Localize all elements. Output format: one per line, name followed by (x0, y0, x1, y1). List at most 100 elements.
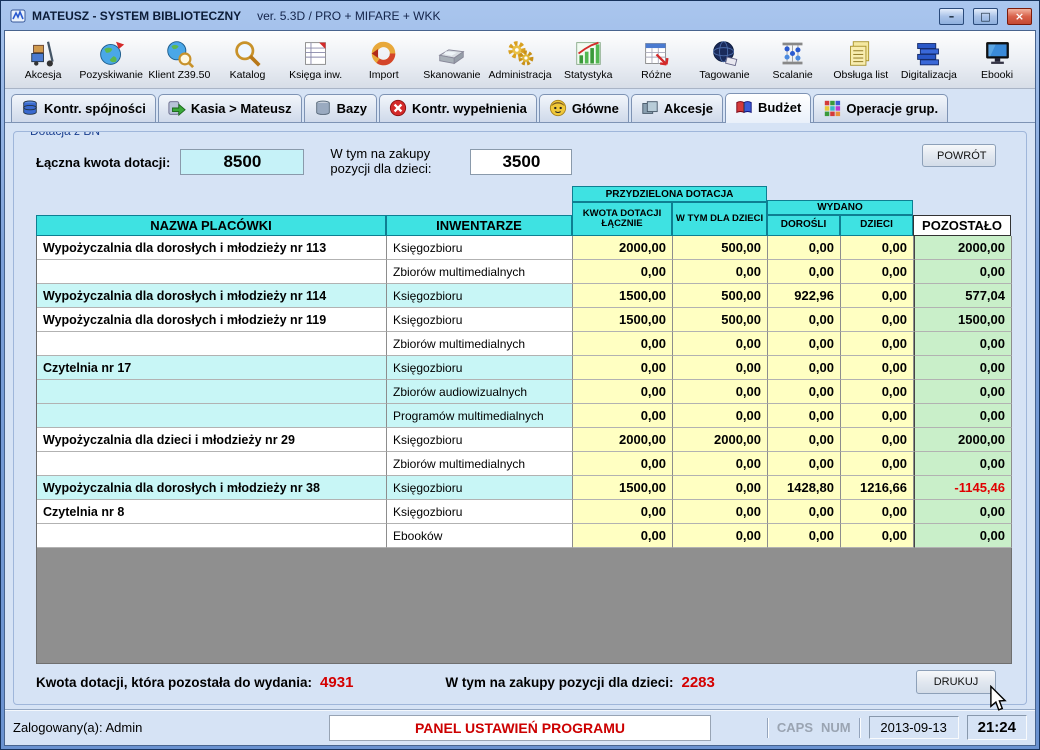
toolbar-item-digitalizacja[interactable]: Digitalizacja (895, 33, 963, 86)
value-cell[interactable]: 0,00 (673, 332, 768, 356)
value-cell[interactable]: 0,00 (673, 380, 768, 404)
tab-akcesje[interactable]: Akcesje (631, 94, 723, 122)
col-header-inventory: INWENTARZE (386, 215, 572, 236)
value-cell: 0,00 (914, 524, 1012, 548)
toolbar-item-administracja[interactable]: Administracja (486, 33, 554, 86)
value-cell[interactable]: 500,00 (673, 284, 768, 308)
value-cell[interactable]: 0,00 (573, 524, 673, 548)
table-row[interactable]: Wypożyczalnia dla dorosłych i młodzieży … (36, 284, 1012, 308)
toolbar-item-pozyskiwanie[interactable]: Pozyskiwanie (77, 33, 145, 86)
settings-panel-banner[interactable]: PANEL USTAWIEŃ PROGRAMU (329, 715, 711, 741)
value-cell[interactable]: 0,00 (573, 356, 673, 380)
tab-label: Akcesje (664, 101, 713, 116)
value-cell[interactable]: 1500,00 (573, 308, 673, 332)
tab-label: Budżet (758, 100, 801, 115)
value-cell: 0,00 (914, 380, 1012, 404)
print-button[interactable]: DRUKUJ (916, 670, 996, 694)
tab-kasia-mateusz[interactable]: Kasia > Mateusz (158, 94, 302, 122)
total-grant-input[interactable] (180, 149, 304, 175)
value-cell[interactable]: 1500,00 (573, 284, 673, 308)
inventory-name-cell: Księgozbioru (387, 500, 573, 524)
value-cell[interactable]: 0,00 (673, 452, 768, 476)
tab-kontr-wype-nienia[interactable]: Kontr. wypełnienia (379, 94, 537, 122)
monitor-icon (983, 39, 1012, 68)
value-cell[interactable]: 500,00 (673, 236, 768, 260)
value-cell[interactable]: 0,00 (673, 500, 768, 524)
facility-name-cell (37, 332, 387, 356)
tab-kontr-sp-jno-ci[interactable]: Kontr. spójności (11, 94, 156, 122)
value-cell: 0,00 (841, 524, 914, 548)
toolbar-item-label: Import (369, 69, 399, 81)
toolbar-item-klient-z39-50[interactable]: Klient Z39.50 (145, 33, 213, 86)
import-icon (369, 39, 398, 68)
table-row[interactable]: Wypożyczalnia dla dzieci i młodzieży nr … (36, 428, 1012, 452)
digitize-icon (914, 39, 943, 68)
children-grant-input[interactable] (470, 149, 572, 175)
table-row[interactable]: Czytelnia nr 8Księgozbioru0,000,000,000,… (36, 500, 1012, 524)
table-row[interactable]: Wypożyczalnia dla dorosłych i młodzieży … (36, 476, 1012, 500)
table-row[interactable]: Zbiorów multimedialnych0,000,000,000,000… (36, 332, 1012, 356)
value-cell[interactable]: 0,00 (573, 452, 673, 476)
value-cell[interactable]: 0,00 (673, 260, 768, 284)
value-cell: 0,00 (768, 260, 841, 284)
num-indicator: NUM (821, 720, 851, 735)
table-row[interactable]: Wypożyczalnia dla dorosłych i młodzieży … (36, 308, 1012, 332)
toolbar-item-scalanie[interactable]: Scalanie (759, 33, 827, 86)
value-cell: 0,00 (841, 500, 914, 524)
tab-g-wne[interactable]: Główne (539, 94, 629, 122)
value-cell[interactable]: 0,00 (573, 332, 673, 356)
app-window: MATEUSZ - SYSTEM BIBLIOTECZNY ver. 5.3D … (0, 0, 1040, 750)
toolbar-item-statystyka[interactable]: Statystyka (554, 33, 622, 86)
table-row[interactable]: Czytelnia nr 17Księgozbioru0,000,000,000… (36, 356, 1012, 380)
value-cell[interactable]: 2000,00 (573, 236, 673, 260)
tag-globe-icon (710, 39, 739, 68)
value-cell: 2000,00 (914, 428, 1012, 452)
table-row[interactable]: Zbiorów audiowizualnych0,000,000,000,000… (36, 380, 1012, 404)
value-cell: 0,00 (914, 332, 1012, 356)
table-row[interactable]: Wypożyczalnia dla dorosłych i młodzieży … (36, 236, 1012, 260)
remaining-children-value: 2283 (681, 674, 714, 691)
toolbar-item-ksi-ga-inw[interactable]: Księga inw. (282, 33, 350, 86)
value-cell[interactable]: 0,00 (673, 356, 768, 380)
tab-operacje-grup[interactable]: Operacje grup. (813, 94, 948, 122)
value-cell[interactable]: 0,00 (573, 500, 673, 524)
col-header-spent-children: DZIECI (840, 215, 913, 236)
summary-row: Kwota dotacji, która pozostała do wydani… (24, 664, 1016, 700)
table-row[interactable]: Zbiorów multimedialnych0,000,000,000,000… (36, 452, 1012, 476)
tab-label: Kasia > Mateusz (191, 101, 292, 116)
value-cell[interactable]: 0,00 (573, 260, 673, 284)
value-cell[interactable]: 0,00 (673, 476, 768, 500)
remaining-total-value: 4931 (320, 674, 353, 691)
inventory-name-cell: Zbiorów multimedialnych (387, 260, 573, 284)
value-cell[interactable]: 2000,00 (573, 428, 673, 452)
toolbar-item-obs-uga-list[interactable]: Obsługa list (827, 33, 895, 86)
toolbar-item-skanowanie[interactable]: Skanowanie (418, 33, 486, 86)
value-cell[interactable]: 2000,00 (673, 428, 768, 452)
value-cell[interactable]: 500,00 (673, 308, 768, 332)
toolbar-item-ebooki[interactable]: Ebooki (963, 33, 1031, 86)
close-button[interactable]: × (1007, 8, 1032, 25)
tab-bud-et[interactable]: Budżet (725, 93, 811, 123)
value-cell[interactable]: 0,00 (573, 404, 673, 428)
toolbar-item-tagowanie[interactable]: Tagowanie (690, 33, 758, 86)
tab-label: Kontr. spójności (44, 101, 146, 116)
table-row[interactable]: Zbiorów multimedialnych0,000,000,000,000… (36, 260, 1012, 284)
toolbar-item-katalog[interactable]: Katalog (213, 33, 281, 86)
return-button[interactable]: POWRÓT (922, 144, 996, 167)
value-cell[interactable]: 0,00 (573, 380, 673, 404)
minimize-button[interactable]: – (939, 8, 964, 25)
toolbar-item-akcesja[interactable]: Akcesja (9, 33, 77, 86)
maximize-button[interactable]: □ (973, 8, 998, 25)
tab-bazy[interactable]: Bazy (304, 94, 377, 122)
table-row[interactable]: Programów multimedialnych0,000,000,000,0… (36, 404, 1012, 428)
grid-icon (823, 99, 841, 117)
value-cell[interactable]: 1500,00 (573, 476, 673, 500)
table-row[interactable]: Ebooków0,000,000,000,000,00 (36, 524, 1012, 548)
value-cell[interactable]: 0,00 (673, 524, 768, 548)
value-cell: 2000,00 (914, 236, 1012, 260)
toolbar-item-import[interactable]: Import (350, 33, 418, 86)
book-icon (735, 98, 753, 116)
value-cell[interactable]: 0,00 (673, 404, 768, 428)
toolbar-item-r-ne[interactable]: Różne (622, 33, 690, 86)
budget-table: NAZWA PLACÓWKI INWENTARZE PRZYDZIELONA D… (36, 184, 1012, 664)
